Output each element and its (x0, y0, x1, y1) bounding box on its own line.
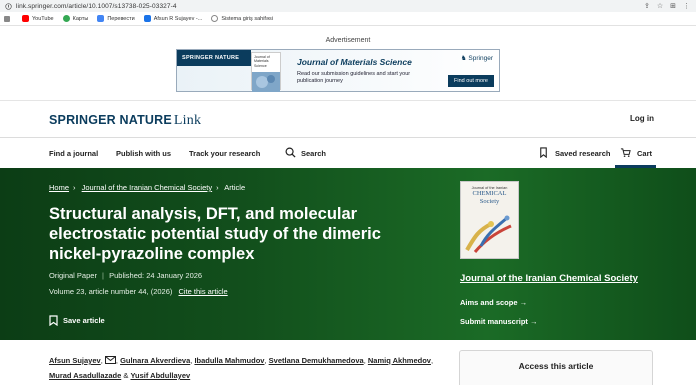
login-link[interactable]: Log in (630, 114, 654, 123)
main-nav: Find a journal Publish with us Track you… (0, 138, 696, 168)
nav-cart[interactable]: Cart (637, 149, 652, 158)
ad-title: Journal of Materials Science (297, 57, 412, 67)
aims-scope-link[interactable]: Aims and scope → (460, 298, 527, 307)
nav-publish[interactable]: Publish with us (116, 149, 171, 158)
ad-journal-cover: Journal of Materials Science (251, 52, 281, 92)
published-date: Published: 24 January 2026 (109, 271, 203, 280)
save-article-button[interactable]: Save article (49, 315, 105, 326)
breadcrumb-current: Article (224, 183, 246, 192)
author-link[interactable]: Yusif Abdullayev (130, 371, 190, 380)
author-list: Afsun Sujayev, , Gulnara Akverdieva, Iba… (49, 356, 434, 380)
author-link[interactable]: Namiq Akhmedov (368, 356, 431, 365)
bookmark-maps[interactable]: Карты (62, 15, 88, 22)
ad-cover-art (252, 71, 280, 92)
breadcrumb-journal[interactable]: Journal of the Iranian Chemical Society (82, 183, 213, 192)
globe-icon (211, 15, 219, 22)
advertisement-banner[interactable]: SPRINGER NATURE Journal of Materials Sci… (176, 49, 500, 92)
email-icon[interactable] (104, 356, 116, 364)
url-text[interactable]: link.springer.com/article/10.1007/s13738… (16, 3, 177, 10)
ad-brand: SPRINGER NATURE (177, 50, 251, 66)
author-link[interactable]: Gulnara Akverdieva (120, 356, 190, 365)
springer-link-logo[interactable]: SPRINGER NATURE Link (49, 113, 201, 129)
youtube-icon (22, 15, 29, 22)
bookmark-apps[interactable] (4, 15, 13, 22)
apps-grid-icon (4, 15, 10, 22)
advertisement-label: Advertisement (325, 37, 371, 44)
nav-saved-research[interactable]: Saved research (555, 149, 610, 158)
breadcrumb-home[interactable]: Home (49, 183, 69, 192)
site-header: SPRINGER NATURE Link Log in (0, 100, 696, 138)
author-link[interactable]: Svetlana Demukhamedova (269, 356, 364, 365)
site-info-icon[interactable] (5, 2, 12, 10)
journal-name-link[interactable]: Journal of the Iranian Chemical Society (460, 273, 638, 284)
bookmark-icon (49, 315, 58, 326)
bookmark-star-icon[interactable]: ☆ (657, 2, 663, 10)
author-link[interactable]: Ibadulla Mahmudov (194, 356, 264, 365)
ad-find-out-more-button[interactable]: Find out more (448, 75, 494, 87)
share-icon[interactable]: ⇪ (644, 2, 650, 10)
volume-info: Volume 23, article number 44, (2026) (49, 287, 173, 296)
bookmarks-bar: YouTube Карты Перевести Afsun R Sujayev … (0, 12, 696, 26)
author-link[interactable]: Murad Asadullazade (49, 371, 121, 380)
cover-art (465, 215, 512, 253)
access-title: Access this article (518, 361, 594, 371)
nav-search[interactable]: Search (301, 149, 326, 158)
address-bar[interactable]: link.springer.com/article/10.1007/s13738… (0, 0, 696, 12)
cart-icon[interactable] (620, 147, 631, 158)
bookmark-linkedin[interactable]: Afsun R Sujayev -... (143, 15, 202, 22)
ad-description: Read our submission guidelines and start… (297, 71, 411, 85)
access-article-box: Access this article (459, 350, 653, 385)
extensions-icon[interactable]: ⊞ (670, 2, 676, 10)
cite-article-link[interactable]: Cite this article (179, 287, 228, 296)
author-link[interactable]: Afsun Sujayev (49, 356, 101, 365)
journal-cover-image[interactable]: Journal of the Iranian CHEMICAL Society (460, 181, 519, 259)
search-icon[interactable] (285, 147, 296, 158)
bookmark-youtube[interactable]: YouTube (22, 15, 54, 22)
ad-publisher: ♞ Springer (460, 55, 493, 62)
bookmark-translate[interactable]: Перевести (97, 15, 135, 22)
article-hero: Home › Journal of the Iranian Chemical So… (0, 168, 696, 340)
menu-icon[interactable]: ⋮ (683, 2, 690, 10)
springer-horse-icon: ♞ (460, 55, 467, 62)
nav-track-research[interactable]: Track your research (189, 149, 260, 158)
nav-find-journal[interactable]: Find a journal (49, 149, 98, 158)
breadcrumb: Home › Journal of the Iranian Chemical So… (49, 183, 249, 192)
maps-icon (62, 15, 70, 22)
chevron-right-icon: › (216, 183, 219, 192)
bookmark-icon[interactable] (538, 147, 549, 158)
translate-icon (97, 15, 105, 22)
article-type: Original Paper (49, 271, 97, 280)
article-citation-info: Volume 23, article number 44, (2026) Cit… (49, 287, 228, 296)
article-meta: Original Paper | Published: 24 January 2… (49, 271, 203, 280)
submit-manuscript-link[interactable]: Submit manuscript → (460, 317, 538, 326)
bookmark-sistema[interactable]: Sistema giriş sahifəsi (211, 15, 273, 22)
profile-icon (143, 15, 151, 22)
chevron-right-icon: › (73, 183, 76, 192)
article-title: Structural analysis, DFT, and molecular … (49, 205, 381, 263)
